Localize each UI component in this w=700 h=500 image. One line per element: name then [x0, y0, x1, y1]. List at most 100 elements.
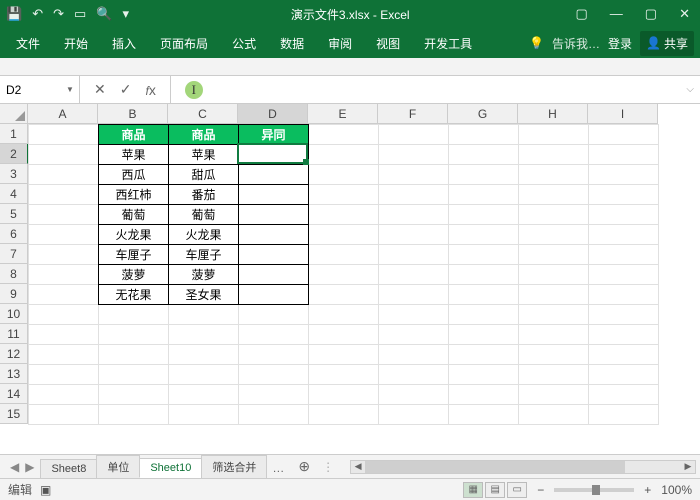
row-header-6[interactable]: 6 — [0, 224, 28, 244]
sheet-tab-more[interactable]: … — [266, 458, 290, 478]
tab-nav-next-icon[interactable]: ▶ — [25, 460, 34, 474]
redo-icon[interactable]: ↷ — [53, 6, 64, 22]
tab-split-handle[interactable]: ⋮ — [318, 460, 338, 474]
name-box-input[interactable] — [6, 83, 66, 97]
row-header-13[interactable]: 13 — [0, 364, 28, 384]
row-header-9[interactable]: 9 — [0, 284, 28, 304]
sheet-tab[interactable]: Sheet8 — [40, 459, 97, 478]
tab-home[interactable]: 开始 — [54, 29, 98, 58]
row-header-10[interactable]: 10 — [0, 304, 28, 324]
maximize-icon[interactable]: ▢ — [641, 4, 661, 24]
add-sheet-button[interactable]: ⊕ — [290, 458, 318, 475]
page-layout-view-button[interactable]: ▤ — [485, 482, 505, 498]
save-icon[interactable]: 💾 — [6, 6, 22, 22]
preview-icon[interactable]: 🔍 — [96, 6, 112, 22]
table-cell[interactable]: 车厘子 — [169, 245, 239, 265]
macro-record-icon[interactable]: ▣ — [40, 483, 51, 497]
col-header-F[interactable]: F — [378, 104, 448, 124]
col-header-C[interactable]: C — [168, 104, 238, 124]
table-cell[interactable] — [239, 225, 309, 245]
scroll-right-icon[interactable]: ▶ — [681, 461, 695, 472]
sheet-tab[interactable]: 单位 — [96, 455, 140, 478]
table-cell[interactable]: 火龙果 — [99, 225, 169, 245]
page-break-view-button[interactable]: ▭ — [507, 482, 527, 498]
table-cell[interactable] — [239, 185, 309, 205]
table-cell[interactable]: 车厘子 — [99, 245, 169, 265]
tell-me-input[interactable]: 告诉我… — [552, 35, 600, 52]
table-cell[interactable]: 西红柿 — [99, 185, 169, 205]
sheet-tab[interactable]: 筛选合并 — [201, 455, 267, 478]
touch-mode-icon[interactable]: ▭ — [74, 6, 86, 22]
table-cell[interactable] — [239, 245, 309, 265]
normal-view-button[interactable]: ▦ — [463, 482, 483, 498]
grid[interactable]: 商品商品异同苹果苹果西瓜甜瓜西红柿番茄葡萄葡萄火龙果火龙果车厘子车厘子菠萝菠萝无… — [28, 124, 700, 454]
tab-pagelayout[interactable]: 页面布局 — [150, 29, 218, 58]
col-header-I[interactable]: I — [588, 104, 658, 124]
select-all-button[interactable] — [0, 104, 28, 124]
zoom-slider[interactable] — [554, 488, 634, 492]
row-header-12[interactable]: 12 — [0, 344, 28, 364]
close-icon[interactable]: ✕ — [675, 4, 694, 24]
table-cell[interactable]: 甜瓜 — [169, 165, 239, 185]
scroll-thumb[interactable] — [365, 461, 625, 473]
minimize-icon[interactable]: — — [606, 4, 627, 24]
zoom-out-button[interactable]: − — [537, 483, 544, 497]
row-header-3[interactable]: 3 — [0, 164, 28, 184]
table-cell[interactable]: 苹果 — [99, 145, 169, 165]
enter-formula-icon[interactable]: ✓ — [120, 81, 132, 98]
table-cell[interactable]: 葡萄 — [99, 205, 169, 225]
col-header-G[interactable]: G — [448, 104, 518, 124]
share-button[interactable]: 👤共享 — [640, 31, 694, 56]
table-cell[interactable] — [239, 145, 309, 165]
col-header-E[interactable]: E — [308, 104, 378, 124]
tab-formulas[interactable]: 公式 — [222, 29, 266, 58]
table-cell[interactable]: 圣女果 — [169, 285, 239, 305]
scroll-left-icon[interactable]: ◀ — [351, 461, 365, 472]
row-header-4[interactable]: 4 — [0, 184, 28, 204]
table-cell[interactable]: 苹果 — [169, 145, 239, 165]
table-cell[interactable]: 无花果 — [99, 285, 169, 305]
fx-icon[interactable]: fx — [145, 82, 155, 98]
col-header-D[interactable]: D — [238, 104, 308, 124]
col-header-H[interactable]: H — [518, 104, 588, 124]
expand-formula-bar-icon[interactable]: ⌵ — [680, 84, 700, 95]
tab-review[interactable]: 审阅 — [318, 29, 362, 58]
table-cell[interactable] — [239, 165, 309, 185]
row-header-14[interactable]: 14 — [0, 384, 28, 404]
ribbon-options-icon[interactable]: ▢ — [572, 4, 592, 24]
tab-nav-prev-icon[interactable]: ◀ — [10, 460, 19, 474]
row-header-5[interactable]: 5 — [0, 204, 28, 224]
table-cell[interactable]: 火龙果 — [169, 225, 239, 245]
tab-insert[interactable]: 插入 — [102, 29, 146, 58]
tab-data[interactable]: 数据 — [270, 29, 314, 58]
col-header-A[interactable]: A — [28, 104, 98, 124]
row-header-1[interactable]: 1 — [0, 124, 28, 144]
table-header[interactable]: 商品 — [99, 125, 169, 145]
tab-view[interactable]: 视图 — [366, 29, 410, 58]
login-button[interactable]: 登录 — [608, 35, 632, 52]
chevron-down-icon[interactable]: ▼ — [66, 85, 74, 94]
table-cell[interactable] — [239, 265, 309, 285]
row-header-7[interactable]: 7 — [0, 244, 28, 264]
table-cell[interactable]: 西瓜 — [99, 165, 169, 185]
qa-dropdown-icon[interactable]: ▾ — [122, 6, 129, 22]
table-cell[interactable] — [239, 205, 309, 225]
horizontal-scrollbar[interactable]: ◀ ▶ — [350, 460, 696, 474]
tab-developer[interactable]: 开发工具 — [414, 29, 482, 58]
row-header-11[interactable]: 11 — [0, 324, 28, 344]
col-header-B[interactable]: B — [98, 104, 168, 124]
tab-file[interactable]: 文件 — [6, 29, 50, 58]
cancel-formula-icon[interactable]: ✕ — [94, 81, 106, 98]
table-cell[interactable] — [239, 285, 309, 305]
row-header-2[interactable]: 2 — [0, 144, 28, 164]
table-cell[interactable]: 葡萄 — [169, 205, 239, 225]
table-cell[interactable]: 番茄 — [169, 185, 239, 205]
table-cell[interactable]: 菠萝 — [169, 265, 239, 285]
sheet-tab[interactable]: Sheet10 — [139, 458, 202, 478]
row-header-8[interactable]: 8 — [0, 264, 28, 284]
table-cell[interactable]: 菠萝 — [99, 265, 169, 285]
zoom-in-button[interactable]: + — [644, 483, 651, 497]
undo-icon[interactable]: ↶ — [32, 6, 43, 22]
table-header[interactable]: 异同 — [239, 125, 309, 145]
table-header[interactable]: 商品 — [169, 125, 239, 145]
